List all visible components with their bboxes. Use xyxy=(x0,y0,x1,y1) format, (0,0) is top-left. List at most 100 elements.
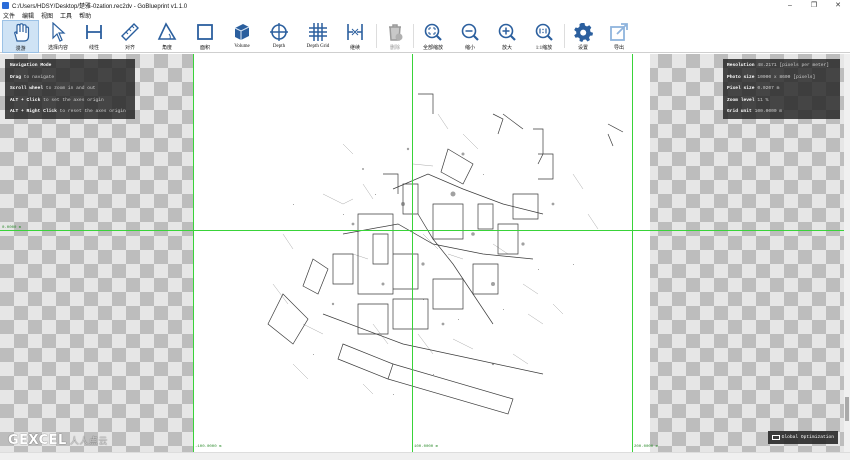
toolbar-separator xyxy=(376,24,377,48)
close-button[interactable]: ✕ xyxy=(826,0,850,10)
grid-line-left xyxy=(193,54,194,452)
nav-help-line: Scroll wheel to zoom in and out xyxy=(10,86,96,91)
toolbar: 漫游 选择内容 线性 对齐 角度 面积 Volume Depth Depth G… xyxy=(0,20,850,53)
zoom-out-icon xyxy=(461,23,479,41)
title-bar: C:/Users/HDSY/Desktop/楚雅-0zation.rec2dv … xyxy=(0,0,850,10)
tool-line-label: 线性 xyxy=(88,46,99,51)
tool-zoom-in-button[interactable]: 放大 xyxy=(490,20,524,53)
tool-export-label: 导出 xyxy=(613,46,624,51)
tool-depth-grid-button[interactable]: Depth Grid xyxy=(299,20,337,53)
ruler-icon xyxy=(121,23,139,41)
tool-export-button[interactable]: 导出 xyxy=(603,20,635,53)
tool-align-label: 对齐 xyxy=(124,46,135,51)
tool-zoom-in-label: 放大 xyxy=(501,46,512,51)
optimization-icon xyxy=(771,435,780,440)
grid-line-horizontal xyxy=(0,230,850,231)
watermark: GEXCEL 人人点云 xyxy=(8,433,108,448)
axis-label-x-left: -100.0000 m xyxy=(195,445,222,449)
menu-help[interactable]: 帮助 xyxy=(79,11,91,20)
nav-help-title: Navigation Mode xyxy=(10,63,52,68)
axis-label-y-origin: 0.0000 m xyxy=(2,226,22,230)
tool-settings-button[interactable]: 设置 xyxy=(567,20,599,53)
gear-icon xyxy=(574,23,593,42)
watermark-logo: GEXCEL xyxy=(8,433,67,448)
tool-select-label: 选择内容 xyxy=(47,46,68,51)
zoom-1to1-icon xyxy=(535,23,553,41)
tool-continue-button[interactable]: 继续 xyxy=(339,20,371,53)
minimize-button[interactable]: – xyxy=(778,0,802,10)
grid-icon xyxy=(309,23,327,41)
menu-tools[interactable]: 工具 xyxy=(60,11,72,20)
tool-pan-button[interactable]: 漫游 xyxy=(2,20,39,53)
watermark-subtitle: 人人点云 xyxy=(69,437,108,447)
tool-align-button[interactable]: 对齐 xyxy=(113,20,147,53)
window-title: C:/Users/HDSY/Desktop/楚雅-0zation.rec2dv … xyxy=(12,3,188,10)
crosshair-icon xyxy=(270,23,288,41)
tool-depth-button[interactable]: Depth xyxy=(262,20,296,53)
tool-delete-button[interactable]: 删除 xyxy=(380,20,410,53)
tool-depth-label: Depth xyxy=(272,44,286,49)
menu-file[interactable]: 文件 xyxy=(3,11,15,20)
export-icon xyxy=(610,23,628,41)
tool-delete-label: 删除 xyxy=(389,46,400,51)
tool-angle-button[interactable]: 角度 xyxy=(150,20,184,53)
trash-icon xyxy=(389,24,403,41)
navigation-help-panel: Navigation Mode Drag to navigate Scroll … xyxy=(5,59,135,119)
tool-select-button[interactable]: 选择内容 xyxy=(41,20,75,53)
toolbar-separator xyxy=(564,24,565,48)
menu-view[interactable]: 视图 xyxy=(41,11,53,20)
axis-label-x-right: 200.0000 m xyxy=(634,445,659,449)
tool-zoom-1to1-button[interactable]: 1:1缩放 xyxy=(527,20,561,53)
tool-settings-label: 设置 xyxy=(577,46,588,51)
tool-zoom-out-label: 缩小 xyxy=(464,46,475,51)
hand-icon xyxy=(13,23,29,42)
global-optimization-badge[interactable]: Global Optimization xyxy=(767,431,838,444)
scrollbar-thumb[interactable] xyxy=(845,397,849,421)
tool-pan-label: 漫游 xyxy=(15,47,26,52)
zoom-in-icon xyxy=(498,23,516,41)
info-zoom-level: Zoom level 11 % xyxy=(727,97,769,103)
nav-help-line: Drag to navigate xyxy=(10,74,55,80)
scan-image xyxy=(193,54,650,452)
area-icon xyxy=(197,24,213,40)
grid-line-right xyxy=(632,54,633,452)
nav-help-line: ALT + Click to set the axes origin xyxy=(10,97,104,103)
zoom-fit-icon xyxy=(424,23,442,41)
window-controls: – ❐ ✕ xyxy=(778,0,850,10)
menu-bar: 文件 编辑 视图 工具 帮助 xyxy=(0,10,850,20)
tool-angle-label: 角度 xyxy=(161,46,172,51)
tool-zoom-1to1-label: 1:1缩放 xyxy=(535,46,553,51)
tool-zoom-out-button[interactable]: 缩小 xyxy=(453,20,487,53)
grid-line-center xyxy=(412,54,413,452)
tool-continue-label: 继续 xyxy=(349,46,360,51)
app-icon xyxy=(2,1,9,9)
point-cloud-map xyxy=(267,93,624,415)
tool-fit-button[interactable]: 全部缩放 xyxy=(416,20,450,53)
tool-volume-button[interactable]: Volume xyxy=(225,20,259,53)
info-resolution: Resolution 48.2171 [pixels per meter] xyxy=(727,63,830,68)
continue-icon xyxy=(347,24,363,40)
line-measure-icon xyxy=(86,25,102,39)
tool-line-button[interactable]: 线性 xyxy=(77,20,111,53)
image-info-panel: Resolution 48.2171 [pixels per meter] Ph… xyxy=(723,59,840,119)
tool-fit-label: 全部缩放 xyxy=(422,46,443,51)
tool-depth-grid-label: Depth Grid xyxy=(306,44,330,49)
tool-area-button[interactable]: 面积 xyxy=(188,20,222,53)
status-bar xyxy=(0,452,850,460)
maximize-button[interactable]: ❐ xyxy=(802,0,826,10)
angle-icon xyxy=(157,22,177,40)
map-canvas[interactable]: 0.0000 m -100.0000 m 100.0000 m 200.0000… xyxy=(0,54,850,452)
cube-icon xyxy=(234,24,250,40)
menu-edit[interactable]: 编辑 xyxy=(22,11,34,20)
tool-volume-label: Volume xyxy=(234,44,250,49)
info-grid-unit: Grid unit 100.0000 m xyxy=(727,109,783,114)
vertical-scrollbar[interactable] xyxy=(844,54,850,452)
cursor-icon xyxy=(52,22,66,42)
info-pixel-size: Pixel size 0.0207 m xyxy=(727,86,780,91)
global-optimization-label: Global Optimization xyxy=(781,435,834,440)
tool-area-label: 面积 xyxy=(199,46,210,51)
info-photo-size: Photo size 10000 x 8600 [pixels] xyxy=(727,74,816,80)
axis-label-x-mid: 100.0000 m xyxy=(414,445,439,449)
toolbar-separator xyxy=(413,24,414,48)
nav-help-line: ALT + Right Click to reset the axes orig… xyxy=(10,109,126,114)
